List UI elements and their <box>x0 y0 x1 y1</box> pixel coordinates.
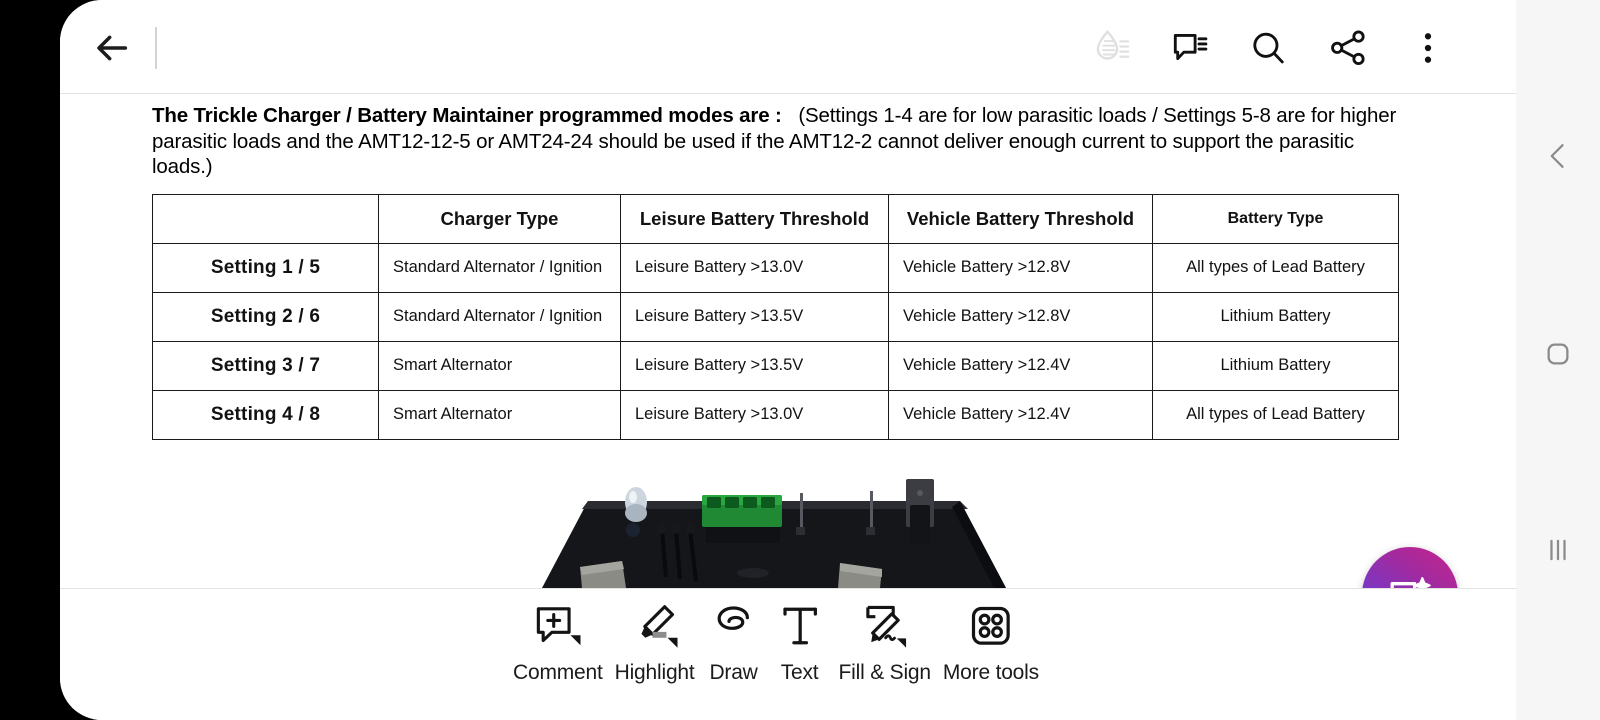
comment-tool-label: Comment <box>513 661 603 684</box>
overflow-menu-icon[interactable] <box>1398 18 1458 78</box>
app-surface: The Trickle Charger / Battery Maintainer… <box>60 0 1516 720</box>
cell-setting: Setting 3 / 7 <box>152 340 379 391</box>
circuit-board-illustration <box>490 457 1066 588</box>
cell-vehicle-threshold: Vehicle Battery >12.8V <box>888 291 1153 342</box>
cell-charger-type: Smart Alternator <box>378 340 621 391</box>
cell-setting: Setting 2 / 6 <box>152 291 379 342</box>
settings-table-head: Charger Type Leisure Battery Threshold V… <box>152 193 1399 244</box>
intro-paragraph-bold: The Trickle Charger / Battery Maintainer… <box>152 104 782 127</box>
recents-bars-icon <box>1550 539 1566 561</box>
cell-setting: Setting 1 / 5 <box>152 242 379 293</box>
chevron-left-icon <box>1550 144 1564 168</box>
cell-vehicle-threshold: Vehicle Battery >12.4V <box>888 389 1153 440</box>
document-page[interactable]: The Trickle Charger / Battery Maintainer… <box>60 95 1516 588</box>
cell-charger-type: Standard Alternator / Ignition <box>378 242 621 293</box>
nav-home-button[interactable] <box>1516 312 1600 396</box>
text-tool-label: Text <box>780 661 819 684</box>
comment-bubble-glyph <box>1173 33 1208 61</box>
arrow-left-icon <box>97 35 128 61</box>
highlight-tool[interactable]: Highlight <box>609 601 701 685</box>
cell-leisure-threshold: Leisure Battery >13.5V <box>620 340 889 391</box>
ai-sparkle-chat-icon <box>1390 577 1431 588</box>
col-header-charger-type: Charger Type <box>378 193 621 244</box>
draw-tool[interactable]: Draw <box>701 601 767 685</box>
back-button[interactable] <box>84 20 140 76</box>
comments-icon[interactable] <box>1160 18 1220 78</box>
cell-leisure-threshold: Leisure Battery >13.5V <box>620 291 889 342</box>
comment-tool[interactable]: Comment <box>507 601 609 685</box>
magnifier-glyph <box>1253 32 1284 64</box>
more-tools-label: More tools <box>942 661 1039 684</box>
circuit-board-photo <box>490 457 1066 588</box>
cell-charger-type: Standard Alternator / Ignition <box>378 291 621 342</box>
top-app-bar <box>60 0 1516 94</box>
table-row: Setting 4 / 8 Smart Alternator Leisure B… <box>152 389 1399 440</box>
settings-table: Charger Type Leisure Battery Threshold V… <box>152 193 1399 440</box>
share-nodes-glyph <box>1331 30 1365 66</box>
nav-back-button[interactable] <box>1516 114 1600 198</box>
bottom-toolbar: Comment Highlight Draw Text Fill & Sign … <box>60 588 1516 720</box>
cell-setting: Setting 4 / 8 <box>152 389 379 440</box>
title-cursor <box>155 27 157 69</box>
ai-assistant-button[interactable] <box>1362 547 1458 588</box>
device-frame: The Trickle Charger / Battery Maintainer… <box>0 0 1600 720</box>
three-dots-vertical-glyph <box>1424 33 1432 63</box>
cell-charger-type: Smart Alternator <box>378 389 621 440</box>
cell-leisure-threshold: Leisure Battery >13.0V <box>620 242 889 293</box>
search-icon[interactable] <box>1238 18 1298 78</box>
fill-sign-icon <box>858 601 912 651</box>
table-row: Setting 3 / 7 Smart Alternator Leisure B… <box>152 340 1399 391</box>
liquid-mode-glyph <box>1096 30 1130 60</box>
table-header-row: Charger Type Leisure Battery Threshold V… <box>152 193 1399 244</box>
more-tools[interactable]: More tools <box>937 601 1045 685</box>
col-header-battery-type: Battery Type <box>1152 193 1399 244</box>
fill-and-sign-tool[interactable]: Fill & Sign <box>833 601 937 685</box>
text-tool[interactable]: Text <box>767 601 833 685</box>
android-navigation-bar <box>1516 0 1600 720</box>
cell-vehicle-threshold: Vehicle Battery >12.4V <box>888 340 1153 391</box>
cell-battery-type: All types of Lead Battery <box>1152 389 1399 440</box>
share-icon[interactable] <box>1318 18 1378 78</box>
table-row: Setting 2 / 6 Standard Alternator / Igni… <box>152 291 1399 342</box>
highlighter-pen-icon <box>628 601 682 651</box>
intro-paragraph: The Trickle Charger / Battery Maintainer… <box>152 103 1402 180</box>
draw-scribble-icon <box>707 601 761 651</box>
settings-table-body: Setting 1 / 5 Standard Alternator / Igni… <box>152 242 1399 440</box>
nav-recents-button[interactable] <box>1516 508 1600 592</box>
grid-more-icon <box>964 601 1018 651</box>
cell-leisure-threshold: Leisure Battery >13.0V <box>620 389 889 440</box>
document-content: The Trickle Charger / Battery Maintainer… <box>152 103 1402 440</box>
table-row: Setting 1 / 5 Standard Alternator / Igni… <box>152 242 1399 293</box>
col-header-blank <box>152 193 379 244</box>
liquid-mode-icon[interactable] <box>1082 18 1142 78</box>
text-t-icon <box>773 601 827 651</box>
home-square-icon <box>1547 343 1569 365</box>
cell-battery-type: Lithium Battery <box>1152 291 1399 342</box>
draw-tool-label: Draw <box>709 661 758 684</box>
comment-add-icon <box>531 601 585 651</box>
annotation-tools: Comment Highlight Draw Text Fill & Sign … <box>507 601 1045 685</box>
col-header-leisure-threshold: Leisure Battery Threshold <box>620 193 889 244</box>
cell-battery-type: All types of Lead Battery <box>1152 242 1399 293</box>
cell-battery-type: Lithium Battery <box>1152 340 1399 391</box>
fill-and-sign-tool-label: Fill & Sign <box>838 661 932 684</box>
col-header-vehicle-threshold: Vehicle Battery Threshold <box>888 193 1153 244</box>
highlight-tool-label: Highlight <box>614 661 695 684</box>
cell-vehicle-threshold: Vehicle Battery >12.8V <box>888 242 1153 293</box>
